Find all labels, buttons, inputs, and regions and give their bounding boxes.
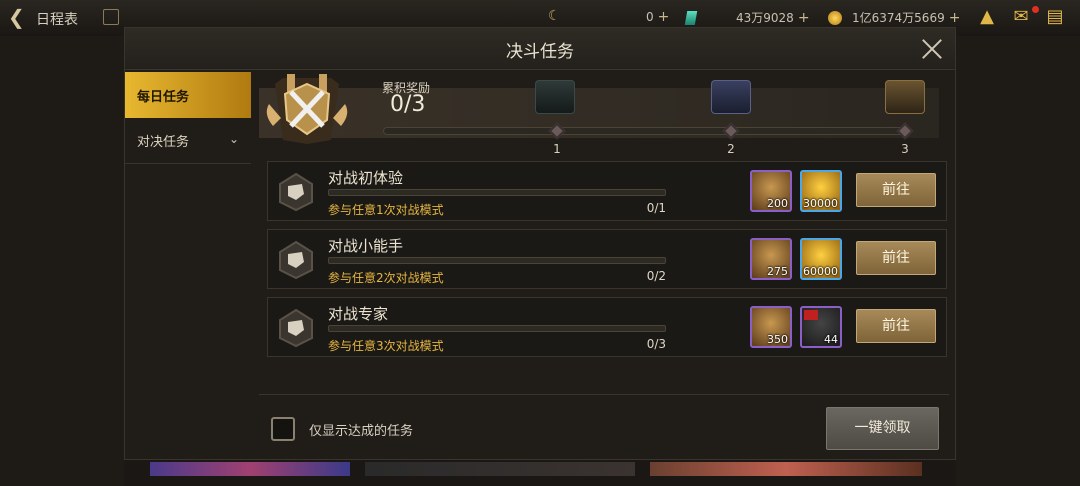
reward-medal-item[interactable]: 350: [750, 306, 792, 348]
background-right: [956, 36, 1080, 486]
task-progress-bar: [328, 189, 666, 196]
notification-dot: [1032, 6, 1039, 13]
chest-2-icon[interactable]: [711, 80, 751, 114]
duel-medal-icon: [266, 74, 348, 144]
show-completed-checkbox[interactable]: [271, 417, 295, 441]
reward-tag-icon: [804, 310, 818, 320]
task-progress-text: 0/3: [646, 337, 666, 351]
background-banner: [650, 462, 922, 476]
background-banner: [150, 462, 350, 476]
reward-count: 30000: [803, 197, 838, 210]
progress-node-label: 2: [727, 142, 735, 156]
task-row: 对战专家 参与任意3次对战模式 0/3 350 44 前往: [267, 297, 947, 357]
task-row: 对战初体验 参与任意1次对战模式 0/1 200 30000 前往: [267, 161, 947, 221]
chevron-down-icon: ⌄: [229, 132, 240, 146]
duel-badge-icon: [279, 308, 313, 348]
bag-icon[interactable]: ▲: [976, 7, 998, 27]
task-description: 参与任意3次对战模式: [328, 339, 444, 353]
duel-badge-icon: [279, 240, 313, 280]
duel-task-modal: 决斗任务 每日任务 对决任务 ⌄ 累积奖励 0/3 1 2 3 对战初体验 参与…: [124, 27, 956, 460]
currency-moon: ☾: [548, 8, 561, 24]
currency-a: 0 +: [646, 9, 669, 25]
task-description: 参与任意1次对战模式: [328, 203, 444, 217]
reward-count: 60000: [803, 265, 838, 278]
tab-duel-label: 对决任务: [137, 135, 190, 150]
task-progress-bar: [328, 325, 666, 332]
show-completed-label[interactable]: 仅显示达成的任务: [309, 420, 413, 439]
task-name: 对战专家: [328, 305, 389, 323]
add-currency-b-button[interactable]: +: [798, 10, 810, 26]
go-button[interactable]: 前往: [856, 241, 936, 275]
tab-daily-label: 每日任务: [137, 89, 190, 105]
reward-medal-item[interactable]: 275: [750, 238, 792, 280]
task-progress-text: 0/1: [646, 201, 666, 215]
chest-1-icon[interactable]: [535, 80, 575, 114]
task-name: 对战初体验: [328, 169, 404, 187]
claim-all-button[interactable]: 一键领取: [826, 407, 939, 450]
reward-gold-item[interactable]: 60000: [800, 238, 842, 280]
reward-dice-item[interactable]: 44: [800, 306, 842, 348]
add-currency-a-button[interactable]: +: [658, 9, 670, 25]
task-description: 参与任意2次对战模式: [328, 271, 444, 285]
gem-icon: [684, 10, 698, 25]
chat-icon[interactable]: ▤: [1044, 7, 1066, 27]
currency-b-value: 43万9028: [736, 11, 794, 25]
divider: [259, 394, 949, 395]
duel-badge-icon: [279, 172, 313, 212]
progress-node-label: 3: [901, 142, 909, 156]
tab-duel[interactable]: 对决任务 ⌄: [125, 118, 251, 164]
task-name: 对战小能手: [328, 237, 404, 255]
currency-c-value: 1亿6374万5669: [852, 11, 945, 25]
currency-b: 43万9028 +: [684, 9, 810, 26]
tab-daily[interactable]: 每日任务: [125, 72, 251, 118]
task-row: 对战小能手 参与任意2次对战模式 0/2 275 60000 前往: [267, 229, 947, 289]
reward-count: 275: [767, 265, 788, 278]
modal-title: 决斗任务: [506, 42, 574, 62]
go-button[interactable]: 前往: [856, 173, 936, 207]
coin-icon: [828, 10, 842, 25]
background-banner: [365, 462, 635, 476]
reward-count: 44: [824, 333, 838, 346]
mail-icon[interactable]: ✉: [1010, 7, 1032, 27]
reward-medal-item[interactable]: 200: [750, 170, 792, 212]
reward-count: 200: [767, 197, 788, 210]
currency-c: 1亿6374万5669 +: [828, 9, 960, 26]
reward-gold-item[interactable]: 30000: [800, 170, 842, 212]
cumulative-count: 0/3: [390, 92, 426, 117]
schedule-title[interactable]: 日程表: [36, 9, 78, 29]
calendar-icon[interactable]: [103, 9, 119, 25]
add-currency-c-button[interactable]: +: [949, 10, 961, 26]
currency-a-value: 0: [646, 10, 654, 24]
chest-3-icon[interactable]: [885, 80, 925, 114]
progress-node-label: 1: [553, 142, 561, 156]
task-progress-text: 0/2: [646, 269, 666, 283]
background-left: [0, 36, 124, 486]
reward-count: 350: [767, 333, 788, 346]
task-progress-bar: [328, 257, 666, 264]
close-icon[interactable]: [919, 36, 945, 62]
modal-header: 决斗任务: [125, 28, 955, 70]
go-button[interactable]: 前往: [856, 309, 936, 343]
cumulative-progress-bar: [383, 127, 905, 135]
moon-icon: ☾: [548, 8, 561, 24]
arrow-left-icon[interactable]: ❮: [8, 6, 30, 28]
